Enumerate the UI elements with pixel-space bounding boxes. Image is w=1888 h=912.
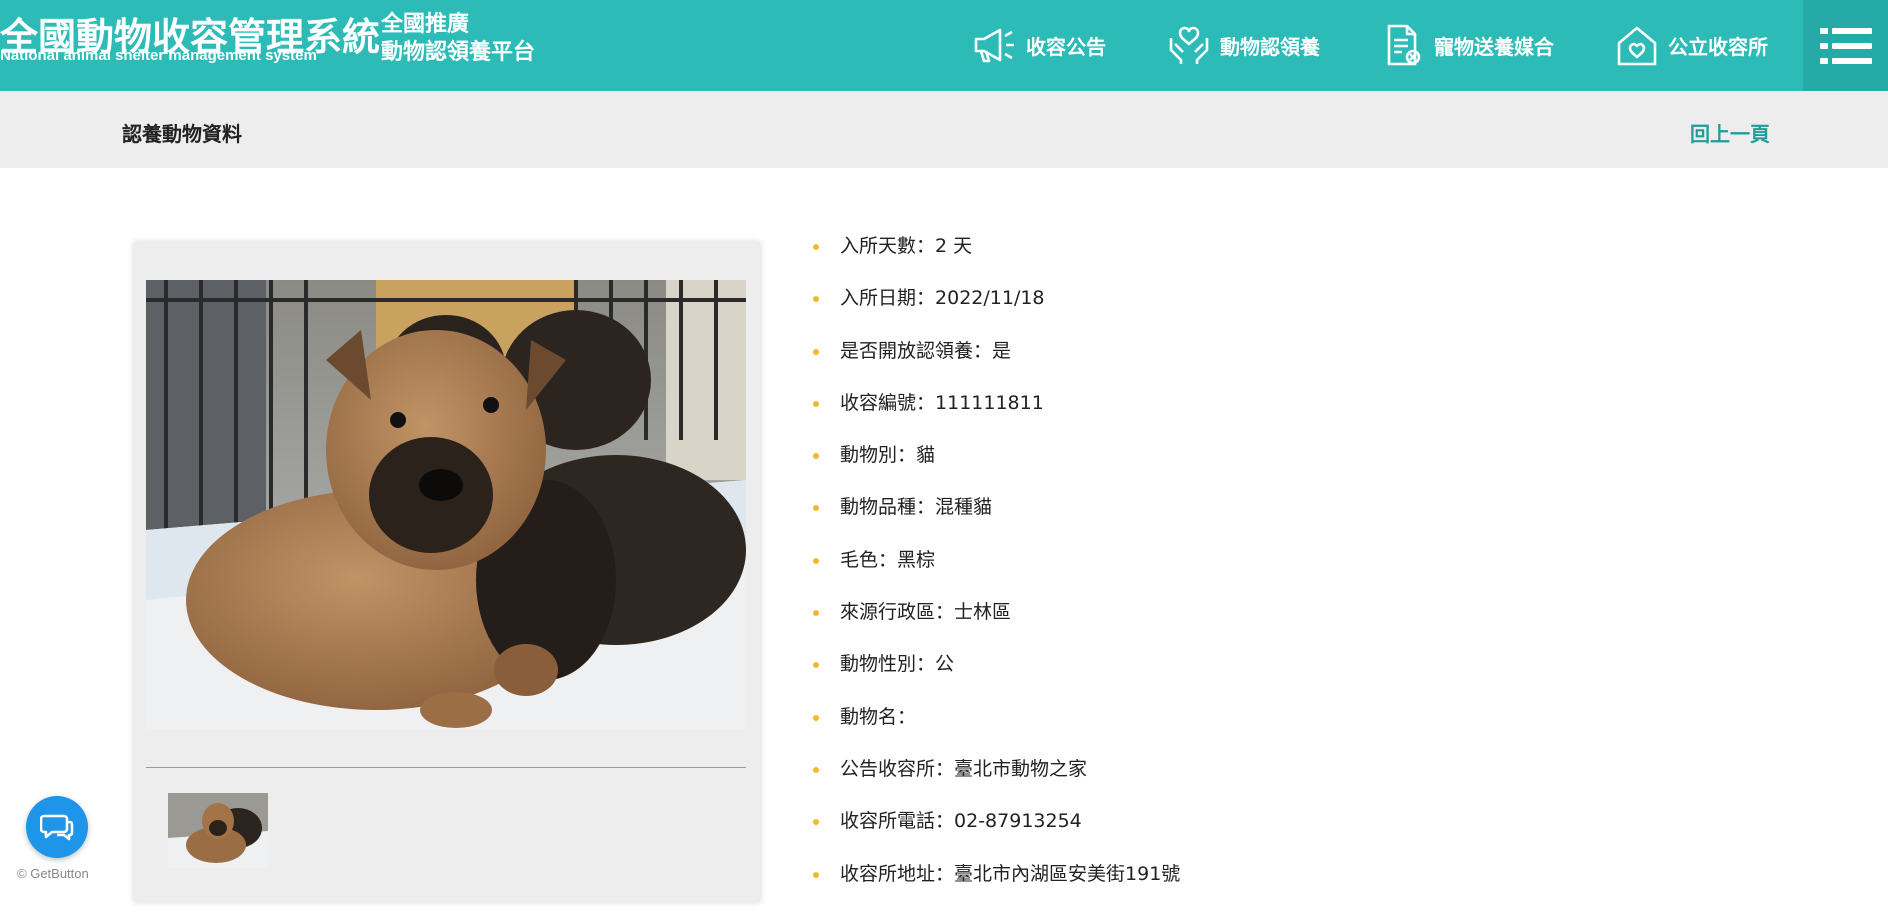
- info-label: 入所日期：: [840, 287, 936, 310]
- info-source-district: 來源行政區：士林區: [812, 586, 1180, 638]
- hamburger-menu-button[interactable]: [1803, 0, 1888, 91]
- puppies-thumbnail[interactable]: [168, 793, 268, 868]
- hands-heart-icon: [1169, 26, 1209, 64]
- info-label: 收容編號：: [840, 391, 936, 414]
- photo-gallery: [134, 242, 760, 902]
- nav-pet-rehoming[interactable]: 寵物送養媒合: [1380, 24, 1554, 66]
- info-value: 黑棕: [897, 548, 936, 571]
- getbutton-label: GetButton: [30, 866, 89, 881]
- nav-public-shelters[interactable]: 公立收容所: [1614, 24, 1768, 66]
- info-label: 公告收容所：: [840, 757, 955, 780]
- info-open-for-adoption: 是否開放認領養：是: [812, 325, 1180, 377]
- brand-slogan: 全國推廣 動物認領養平台: [381, 11, 535, 67]
- info-animal-name: 動物名：: [812, 691, 1180, 743]
- nav-label: 動物認領養: [1220, 34, 1320, 59]
- info-label: 動物別：: [840, 444, 917, 467]
- puppies-photo[interactable]: [146, 280, 746, 729]
- info-value: 2 天: [935, 235, 973, 257]
- info-value: 貓: [916, 444, 936, 467]
- info-label: 動物性別：: [840, 653, 936, 676]
- info-animal-kind: 動物別：貓: [812, 429, 1180, 481]
- info-label: 收容所電話：: [840, 810, 955, 833]
- gallery-divider: [146, 767, 746, 768]
- info-value: 2022/11/18: [935, 287, 1045, 310]
- info-value: 混種貓: [935, 496, 993, 519]
- info-value: 臺北市內湖區安美街191號: [954, 862, 1181, 885]
- puppies-illustration: [146, 280, 746, 729]
- info-value: 是: [992, 339, 1012, 362]
- info-shelter-address: 收容所地址：臺北市內湖區安美街191號: [812, 848, 1180, 900]
- house-heart-icon: [1617, 26, 1657, 66]
- slogan-line-2: 動物認領養平台: [381, 40, 536, 65]
- info-label: 來源行政區：: [840, 601, 955, 624]
- chat-widget-button[interactable]: [26, 796, 88, 858]
- info-label: 收容所地址：: [840, 862, 955, 885]
- site-header: 全國動物收容管理系統 National animal shelter manag…: [0, 0, 1888, 91]
- document-icon: [1387, 24, 1421, 66]
- nav-label: 公立收容所: [1668, 34, 1768, 59]
- info-sex: 動物性別：公: [812, 638, 1180, 690]
- info-shelter-name: 公告收容所：臺北市動物之家: [812, 743, 1180, 795]
- info-label: 是否開放認領養：: [840, 339, 993, 362]
- brand-subtitle: National animal shelter management syste…: [0, 47, 317, 64]
- nav-label: 寵物送養媒合: [1434, 34, 1554, 59]
- thumbnail-image: [168, 793, 268, 868]
- megaphone-icon: [974, 28, 1014, 63]
- slogan-line-1: 全國推廣: [381, 12, 470, 37]
- getbutton-brand[interactable]: © GetButton: [17, 866, 89, 881]
- nav-label: 收容公告: [1026, 34, 1106, 59]
- info-value: 公: [935, 653, 955, 676]
- hamburger-menu-icon: [1819, 27, 1872, 64]
- info-label: 毛色：: [840, 548, 898, 571]
- info-shelter-id: 收容編號：111111811: [812, 377, 1180, 429]
- animal-info-list: 入所天數：2 天 入所日期：2022/11/18 是否開放認領養：是 收容編號：…: [812, 232, 1180, 912]
- info-shelter-phone: 收容所電話：02-87913254: [812, 795, 1180, 847]
- back-link[interactable]: 回上一頁: [1690, 118, 1770, 147]
- info-value: 臺北市動物之家: [954, 757, 1088, 780]
- info-value: 士林區: [954, 601, 1012, 624]
- info-label: 動物品種：: [840, 496, 936, 519]
- info-intake-days: 入所天數：2 天: [812, 220, 1180, 272]
- info-breed: 動物品種：混種貓: [812, 481, 1180, 533]
- info-intake-date: 入所日期：2022/11/18: [812, 272, 1180, 324]
- info-value: 111111811: [935, 391, 1044, 414]
- page-title: 認養動物資料: [122, 122, 242, 146]
- info-label: 入所天數：: [840, 235, 936, 257]
- info-value: 02-87913254: [954, 810, 1082, 833]
- info-coat-color: 毛色：黑棕: [812, 534, 1180, 586]
- breadcrumb-bar: 認養動物資料 回上一頁: [0, 91, 1888, 168]
- chat-bubbles-icon: [40, 814, 74, 841]
- nav-adoption[interactable]: 動物認領養: [1166, 24, 1320, 66]
- nav-shelter-announcements[interactable]: 收容公告: [972, 24, 1106, 66]
- info-label: 動物名：: [840, 705, 917, 728]
